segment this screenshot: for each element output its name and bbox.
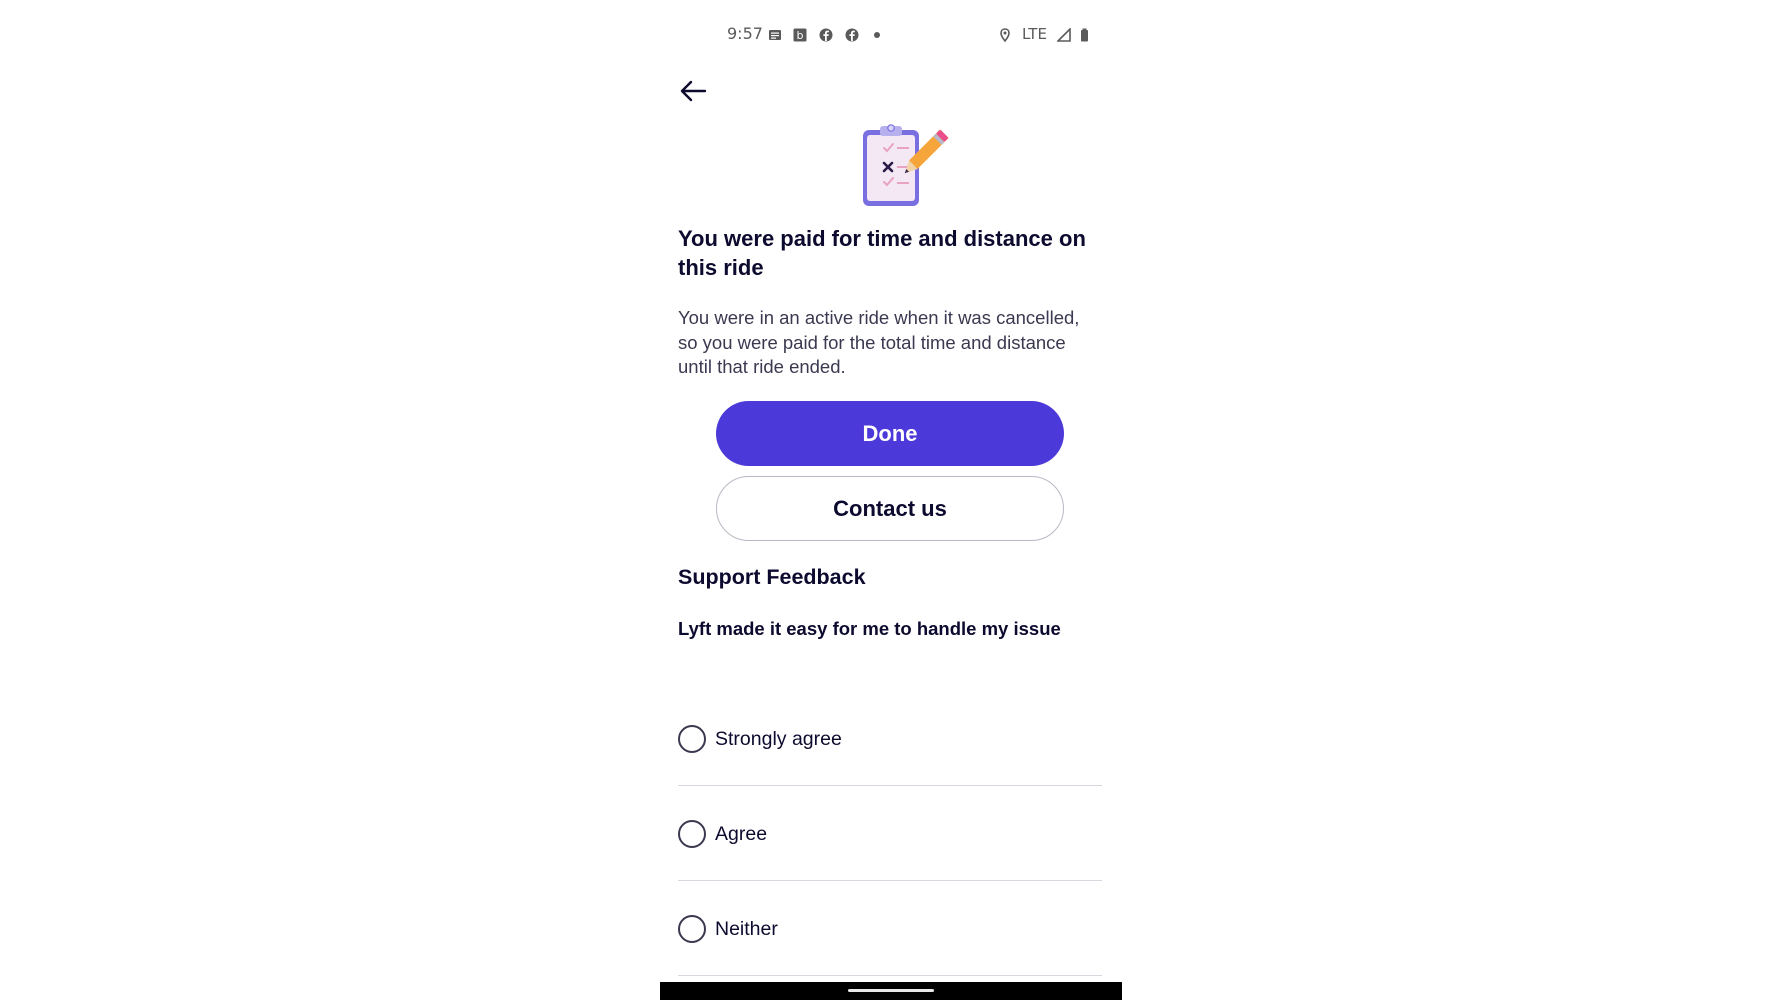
clipboard-pencil-icon [863, 124, 949, 206]
message-icon [769, 30, 781, 40]
status-bar: 9:57 b LTE [660, 18, 1122, 50]
network-type: LTE [1022, 25, 1047, 43]
home-gesture-handle[interactable] [848, 989, 934, 992]
done-button[interactable]: Done [716, 401, 1064, 466]
option-label: Strongly agree [715, 728, 842, 750]
dot-icon [874, 32, 880, 38]
radio-button[interactable] [678, 725, 706, 753]
battery-icon [1081, 28, 1088, 42]
svg-text:b: b [797, 29, 804, 42]
feedback-section-title: Support Feedback [678, 565, 866, 589]
divider [678, 974, 1102, 976]
option-neither[interactable]: Neither [678, 881, 1102, 976]
b-app-icon: b [793, 28, 807, 42]
radio-button[interactable] [678, 915, 706, 943]
location-icon [1000, 28, 1010, 42]
navigation-bar [660, 982, 1122, 1000]
facebook-icon [845, 28, 859, 42]
facebook-icon [819, 28, 833, 42]
back-arrow-icon[interactable] [678, 76, 708, 106]
phone-screen: 9:57 b LTE You were paid for time and di… [660, 0, 1122, 1000]
status-time: 9:57 [727, 24, 763, 43]
radio-button[interactable] [678, 820, 706, 848]
signal-icon [1057, 28, 1071, 42]
option-agree[interactable]: Agree [678, 786, 1102, 881]
contact-us-button[interactable]: Contact us [716, 476, 1064, 541]
feedback-question: Lyft made it easy for me to handle my is… [678, 618, 1061, 639]
option-label: Neither [715, 918, 778, 940]
description-text: You were in an active ride when it was c… [678, 307, 1080, 377]
option-strongly-agree[interactable]: Strongly agree [678, 691, 1102, 786]
page-title: You were paid for time and distance on t… [678, 226, 1086, 280]
option-label: Agree [715, 823, 768, 845]
screen: 9:57 b LTE You were paid for time and di… [0, 0, 1778, 1000]
